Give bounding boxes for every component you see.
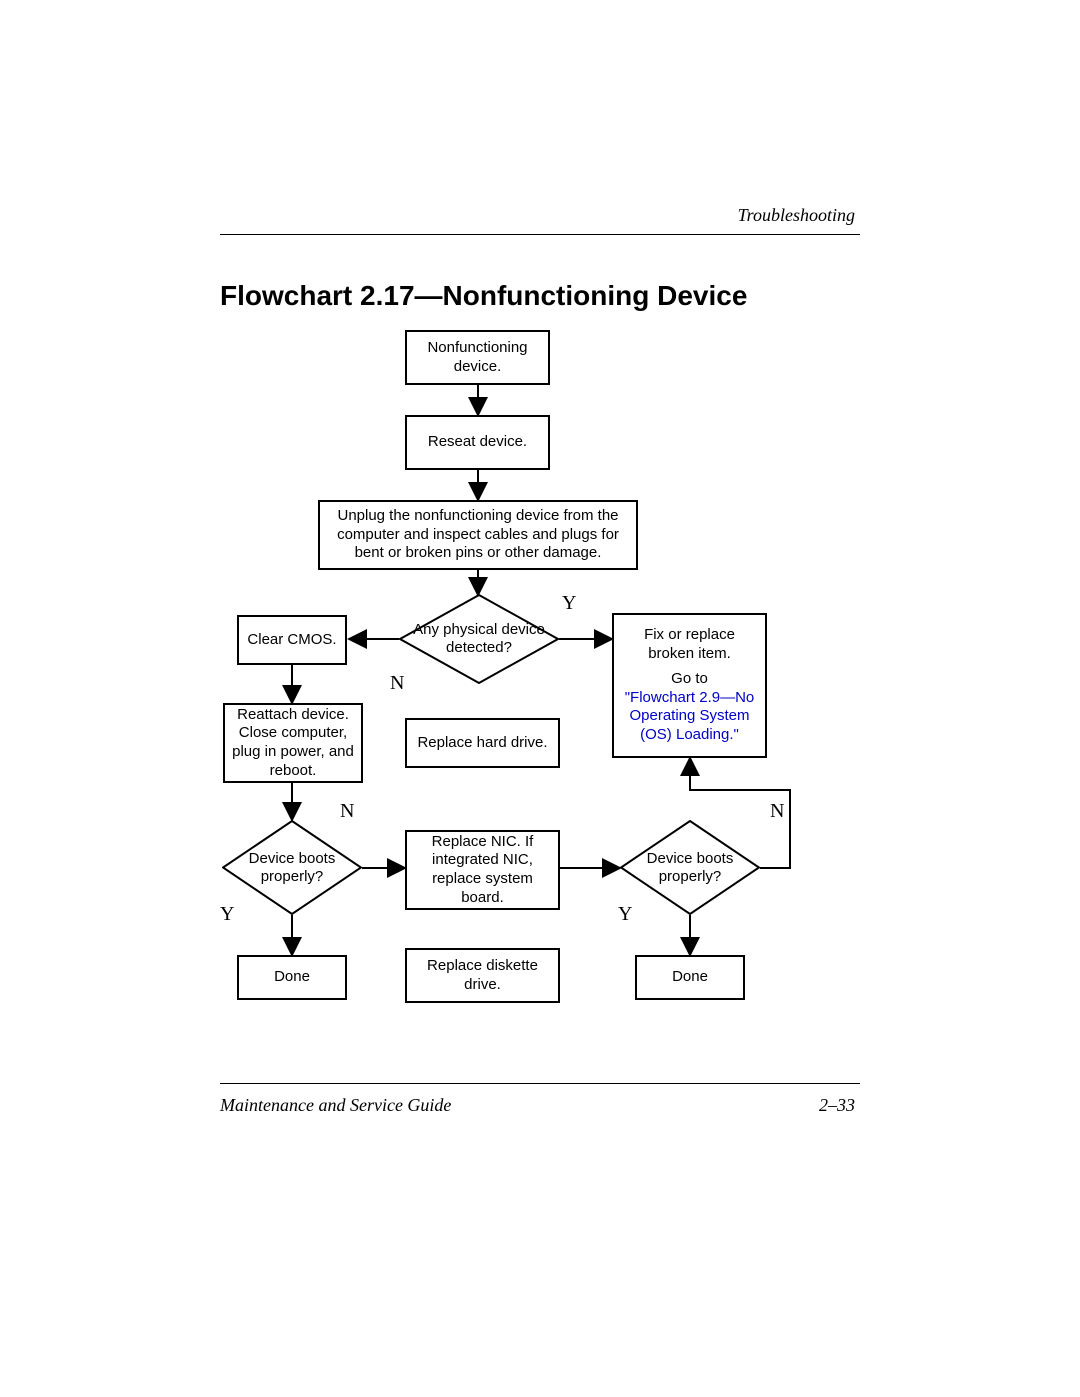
text: Reseat device.	[428, 433, 527, 452]
text: Device boots properly?	[222, 850, 362, 886]
node-replace-diskette: Replace diskette drive.	[405, 948, 560, 1003]
decision-device-boots-right: Device boots properly?	[620, 820, 760, 915]
decision-device-boots-left: Device boots properly?	[222, 820, 362, 915]
link-flowchart-2-9[interactable]: "Flowchart 2.9—No Operating System (OS) …	[625, 689, 755, 744]
page-title: Flowchart 2.17—Nonfunctioning Device	[220, 280, 747, 312]
header-rule	[220, 234, 860, 235]
footer-rule	[220, 1083, 860, 1084]
text: Device boots properly?	[620, 850, 760, 886]
node-replace-hdd: Replace hard drive.	[405, 718, 560, 768]
node-clear-cmos: Clear CMOS.	[237, 615, 347, 665]
text: Done	[672, 968, 708, 987]
text-fix: Fix or replace broken item.	[620, 626, 759, 664]
flowchart-arrows	[0, 0, 1080, 1397]
label-n-d3: N	[770, 800, 784, 823]
node-unplug-inspect: Unplug the nonfunctioning device from th…	[318, 500, 638, 570]
text: Any physical device detected?	[399, 621, 559, 657]
text: Replace hard drive.	[417, 734, 547, 753]
label-y-d1: Y	[562, 592, 576, 615]
node-nonfunctioning-device: Nonfunctioning device.	[405, 330, 550, 385]
text: Done	[274, 968, 310, 987]
footer-left: Maintenance and Service Guide	[220, 1095, 451, 1116]
decision-physical-detected: Any physical device detected?	[399, 594, 559, 684]
text: Unplug the nonfunctioning device from th…	[326, 507, 630, 563]
page: Troubleshooting Flowchart 2.17—Nonfuncti…	[0, 0, 1080, 1397]
label-y-d3: Y	[618, 903, 632, 926]
label-y-d2: Y	[220, 903, 234, 926]
footer-right: 2–33	[819, 1095, 855, 1116]
text: Clear CMOS.	[247, 631, 336, 650]
label-n-d1: N	[390, 672, 404, 695]
node-done-right: Done	[635, 955, 745, 1000]
node-replace-nic: Replace NIC. If integrated NIC, replace …	[405, 830, 560, 910]
text-goto: Go to "Flowchart 2.9—No Operating System…	[620, 670, 759, 745]
node-reattach: Reattach device. Close computer, plug in…	[223, 703, 363, 783]
node-done-left: Done	[237, 955, 347, 1000]
label-n-d2: N	[340, 800, 354, 823]
text: Replace NIC. If integrated NIC, replace …	[413, 833, 552, 908]
text: Nonfunctioning device.	[413, 339, 542, 377]
text: Reattach device. Close computer, plug in…	[231, 706, 355, 781]
node-reseat-device: Reseat device.	[405, 415, 550, 470]
node-fix-replace-goto: Fix or replace broken item. Go to "Flowc…	[612, 613, 767, 758]
text: Replace diskette drive.	[413, 957, 552, 995]
section-header: Troubleshooting	[738, 205, 855, 226]
